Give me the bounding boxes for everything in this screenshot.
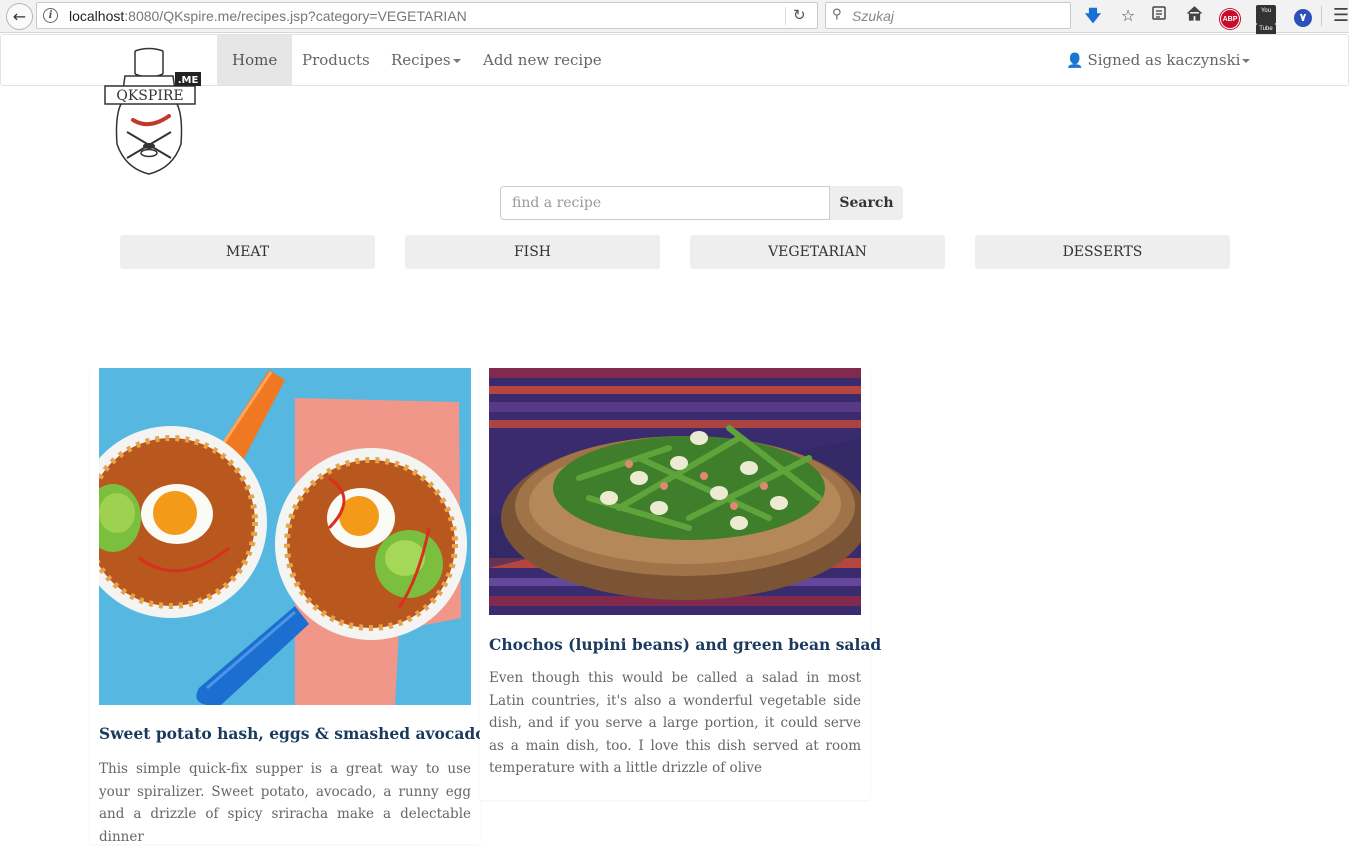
recipe-description: Even though this would be called a salad… — [489, 670, 861, 776]
category-desserts-button[interactable]: DESSERTS — [975, 235, 1230, 269]
nav-home[interactable]: Home — [217, 35, 293, 85]
recipe-description: This simple quick-fix supper is a great … — [99, 761, 471, 845]
category-fish-button[interactable]: FISH — [405, 235, 660, 269]
site-logo[interactable]: QKSPIRE .ME — [103, 46, 203, 178]
recipe-title[interactable]: Sweet potato hash, eggs & smashed avocad… — [99, 724, 486, 743]
back-arrow-icon[interactable]: ← — [6, 3, 33, 30]
url-divider — [785, 7, 786, 25]
user-label: Signed as kaczynski — [1087, 51, 1241, 69]
download-icon[interactable]: 🡇 — [1082, 5, 1104, 27]
recipe-card[interactable]: Chochos (lupini beans) and green bean sa… — [480, 368, 881, 800]
nav-recipes-label: Recipes — [391, 51, 451, 69]
bookmark-star-icon[interactable]: ☆ — [1117, 5, 1139, 27]
logo-suffix-text: .ME — [178, 75, 199, 86]
youtube-icon[interactable]: You Tube — [1255, 5, 1277, 42]
search-icon: ⚲ — [832, 7, 842, 22]
toolbar-divider — [1321, 6, 1322, 26]
reload-icon[interactable]: ↻ — [793, 6, 806, 24]
search-button[interactable]: Search — [830, 186, 903, 220]
nav-recipes-dropdown[interactable]: Recipes — [376, 35, 476, 85]
nav-products[interactable]: Products — [287, 35, 385, 85]
home-icon[interactable] — [1183, 5, 1205, 27]
caret-down-icon — [452, 59, 461, 63]
info-icon[interactable]: i — [43, 8, 58, 23]
browser-search-field[interactable]: ⚲ Szukaj — [825, 2, 1071, 29]
browser-search-placeholder: Szukaj — [852, 8, 895, 24]
address-bar[interactable]: i localhost:8080/QKspire.me/recipes.jsp?… — [36, 2, 818, 29]
recipe-image-chochos-salad[interactable] — [489, 368, 861, 615]
reading-list-icon[interactable] — [1148, 5, 1170, 27]
url-text[interactable]: localhost:8080/QKspire.me/recipes.jsp?ca… — [69, 8, 467, 24]
browser-toolbar: ← i localhost:8080/QKspire.me/recipes.js… — [0, 0, 1349, 42]
category-vegetarian-button[interactable]: VEGETARIAN — [690, 235, 945, 269]
hamburger-menu-icon[interactable]: ☰ — [1330, 5, 1349, 27]
caret-down-icon — [1242, 59, 1251, 63]
category-meat-button[interactable]: MEAT — [120, 235, 375, 269]
logo-brand-text: QKSPIRE — [116, 88, 183, 104]
recipe-title[interactable]: Chochos (lupini beans) and green bean sa… — [489, 635, 881, 654]
recipe-card[interactable]: Sweet potato hash, eggs & smashed avocad… — [90, 368, 486, 845]
extension-icon[interactable]: ٧ — [1292, 5, 1314, 27]
recipe-search-input[interactable] — [500, 186, 830, 220]
adblock-icon[interactable]: ABP — [1219, 5, 1241, 29]
user-icon: 👤 — [1066, 53, 1084, 69]
user-menu-dropdown[interactable]: 👤 Signed as kaczynski — [1051, 35, 1265, 85]
nav-add-recipe[interactable]: Add new recipe — [468, 35, 617, 85]
recipe-image-sweet-potato-hash[interactable] — [99, 368, 471, 705]
